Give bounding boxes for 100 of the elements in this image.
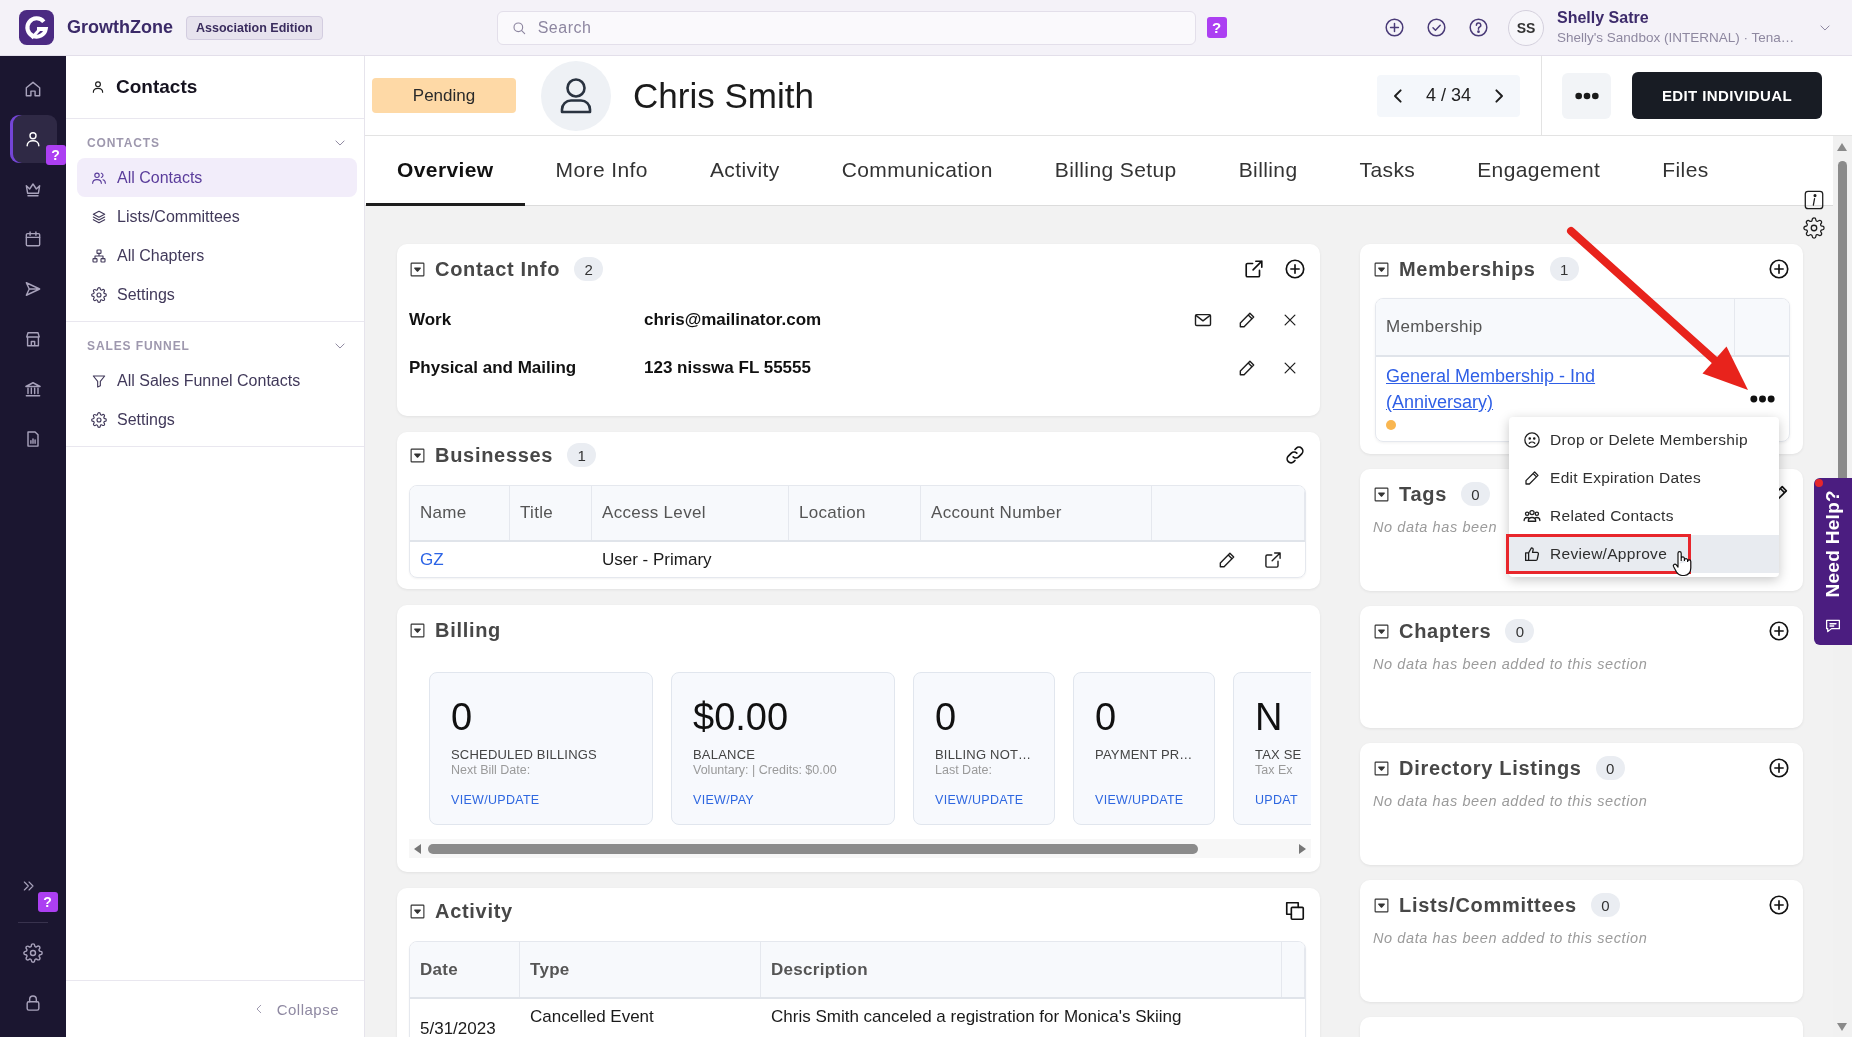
settings-icon [91, 411, 107, 428]
tab[interactable]: Activity [678, 136, 811, 206]
activity-date: 5/31/2023 [420, 1019, 496, 1037]
menu-item[interactable]: Edit Expiration Dates [1509, 459, 1779, 497]
add-icon[interactable] [1768, 620, 1790, 642]
membership-link[interactable]: General Membership - Ind (Anniversary) [1386, 363, 1626, 415]
sidebar-item[interactable]: All Sales Funnel Contacts [77, 361, 357, 400]
section-title: Activity [435, 899, 513, 923]
column-header: Title [510, 486, 592, 540]
billing-detail: Voluntary: | Credits: $0.00 [693, 762, 837, 778]
external-link-icon[interactable] [1263, 549, 1283, 570]
check-circle-icon[interactable] [1426, 17, 1447, 38]
help-icon[interactable] [1468, 17, 1489, 38]
ellipsis-icon[interactable] [1749, 395, 1775, 403]
hierarchy-icon [91, 247, 107, 264]
avatar-icon [541, 60, 611, 131]
horizontal-scrollbar[interactable] [409, 839, 1311, 858]
help-badge[interactable]: ? [37, 892, 58, 912]
billing-link[interactable]: VIEW/PAY [693, 792, 754, 808]
sidebar-item[interactable]: Settings [77, 275, 357, 314]
tab[interactable]: Tasks [1328, 136, 1447, 206]
tab[interactable]: More Info [524, 136, 679, 206]
pencil-icon [1523, 469, 1541, 487]
info-icon[interactable] [1803, 189, 1825, 211]
settings-icon[interactable] [23, 943, 43, 963]
collapse-icon[interactable] [1373, 896, 1390, 914]
home-icon [23, 79, 43, 99]
account-name: Shelly's Sandbox (INTERNAL) · Tena… [1557, 28, 1796, 47]
collapse-icon[interactable] [409, 446, 426, 464]
sidebar-item[interactable]: All Contacts [77, 158, 357, 197]
billing-label: PAYMENT PR… [1095, 747, 1193, 762]
billing-label: BILLING NOT… [935, 747, 1032, 762]
add-icon[interactable] [1284, 258, 1306, 280]
tab[interactable]: Billing Setup [1023, 136, 1208, 206]
billing-link[interactable]: VIEW/UPDATE [451, 792, 540, 808]
section-title: Billing [435, 618, 501, 642]
section-title: Memberships [1399, 257, 1536, 281]
pencil-icon[interactable] [1237, 310, 1257, 330]
help-badge[interactable]: ? [45, 145, 66, 165]
collapse-icon[interactable] [409, 260, 426, 278]
field-value: chris@mailinator.com [644, 310, 823, 330]
need-help-button[interactable]: Need Help? [1814, 478, 1852, 645]
tab[interactable]: Engagement [1446, 136, 1632, 206]
billing-link[interactable]: VIEW/UPDATE [935, 792, 1024, 808]
collapse-icon[interactable] [1373, 759, 1390, 777]
billing-value: N [1255, 695, 1283, 739]
link-icon[interactable] [1284, 444, 1306, 466]
billing-value: 0 [451, 695, 473, 739]
more-button[interactable] [1562, 72, 1611, 119]
menu-item[interactable]: Review/Approve [1509, 535, 1779, 573]
column-header: Name [410, 486, 510, 540]
menu-item[interactable]: Related Contacts [1509, 497, 1779, 535]
search-icon [510, 19, 527, 36]
chat-icon [1824, 617, 1842, 635]
add-icon[interactable] [1768, 894, 1790, 916]
section-title: Contact Info [435, 257, 561, 281]
tab[interactable]: Files [1631, 136, 1740, 206]
pencil-icon[interactable] [1237, 358, 1257, 378]
lock-icon[interactable] [23, 993, 43, 1013]
copy-icon[interactable] [1284, 900, 1306, 922]
billing-link[interactable]: VIEW/UPDATE [1095, 792, 1184, 808]
help-badge[interactable]: ? [1206, 17, 1227, 38]
empty-message: No data has been added to this section [1373, 793, 1649, 809]
tab[interactable]: Billing [1207, 136, 1329, 206]
business-link[interactable]: GZ [420, 549, 444, 570]
tab[interactable]: Communication [810, 136, 1024, 206]
billing-value: 0 [1095, 695, 1117, 739]
settings-icon[interactable] [1803, 217, 1825, 239]
nav-rail-button[interactable] [9, 115, 57, 163]
calendar-icon [23, 229, 43, 249]
billing-link[interactable]: UPDAT [1255, 792, 1298, 808]
sidebar-item[interactable]: Lists/Committees [77, 197, 357, 236]
external-link-icon[interactable] [1243, 258, 1265, 280]
billing-value: $0.00 [693, 695, 789, 739]
billing-detail: Last Date: [935, 762, 992, 778]
add-icon[interactable] [1384, 17, 1405, 38]
add-icon[interactable] [1768, 258, 1790, 280]
billing-label: SCHEDULED BILLINGS [451, 747, 597, 762]
edit-button[interactable]: EDIT INDIVIDUAL [1632, 72, 1822, 119]
user-name: Shelly Satre [1557, 8, 1650, 27]
logo-icon[interactable] [19, 10, 54, 45]
collapse-icon[interactable] [409, 902, 426, 920]
collapse-icon[interactable] [409, 621, 426, 639]
field-value: 123 nisswa FL 55555 [644, 358, 812, 378]
collapse-icon[interactable] [1373, 485, 1390, 503]
thumbs-up-icon [1523, 545, 1541, 563]
add-icon[interactable] [1768, 757, 1790, 779]
access-level: User - Primary [602, 549, 712, 570]
billing-label: TAX SE [1255, 747, 1302, 762]
menu-item[interactable]: Drop or Delete Membership [1509, 421, 1779, 459]
tab[interactable]: Overview [366, 136, 525, 206]
field-label: Physical and Mailing [409, 358, 578, 378]
sidebar-item[interactable]: All Chapters [77, 236, 357, 275]
sidebar-item[interactable]: Settings [77, 400, 357, 439]
collapse-icon[interactable] [1373, 260, 1390, 278]
collapse-icon[interactable] [1373, 622, 1390, 640]
search-field[interactable]: Search [496, 10, 1196, 45]
count-badge: 2 [574, 257, 604, 281]
user-avatar[interactable]: SS [1508, 9, 1544, 46]
store-icon [23, 329, 43, 349]
